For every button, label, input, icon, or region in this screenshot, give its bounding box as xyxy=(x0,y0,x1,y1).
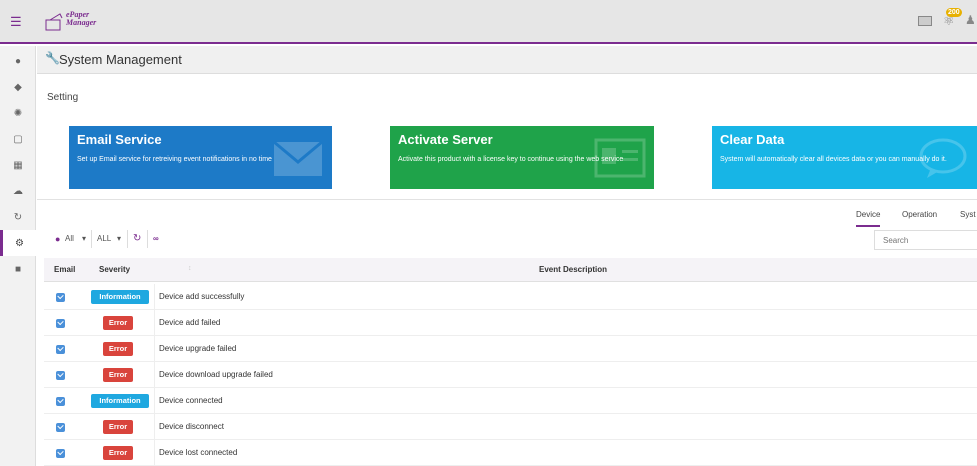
grid-icon[interactable]: ▦ xyxy=(0,152,36,178)
card-title: Activate Server xyxy=(398,132,493,147)
refresh-icon[interactable]: ↻ xyxy=(133,230,141,248)
severity-badge: Error xyxy=(103,316,133,330)
email-service-card[interactable]: Email Service Set up Email service for r… xyxy=(69,126,332,189)
severity-badge: Error xyxy=(103,446,133,460)
card-icon[interactable] xyxy=(918,16,932,26)
wrench-icon: 🔧 xyxy=(45,51,60,65)
event-description: Device add successfully xyxy=(159,292,245,301)
card-title: Clear Data xyxy=(720,132,785,147)
refresh-icon[interactable]: ↻ xyxy=(0,204,36,230)
tab-system[interactable]: Syst xyxy=(960,205,976,225)
event-description: Device connected xyxy=(159,396,223,405)
column-divider xyxy=(154,310,155,336)
severity-badge: Error xyxy=(103,368,133,382)
event-description: Device upgrade failed xyxy=(159,344,237,353)
id-card-icon xyxy=(594,138,646,178)
monitor-icon[interactable]: ▢ xyxy=(0,126,36,152)
save-icon[interactable]: ∞ xyxy=(153,230,159,248)
activate-server-card[interactable]: Activate Server Activate this product wi… xyxy=(390,126,654,189)
column-divider xyxy=(154,336,155,362)
table-row: Error Device download upgrade failed xyxy=(44,362,977,388)
event-description: Device add failed xyxy=(159,318,221,327)
table-header: Email Severity ↕ Event Description xyxy=(44,258,977,282)
menu-icon[interactable]: ☰ xyxy=(10,14,22,30)
clear-data-card[interactable]: Clear Data System will automatically cle… xyxy=(712,126,977,189)
system-management-icon[interactable]: ⚙ xyxy=(0,230,36,256)
separator xyxy=(147,230,148,248)
column-header-severity[interactable]: Severity xyxy=(99,258,130,282)
table-row: Error Device disconnect xyxy=(44,414,977,440)
divider xyxy=(37,199,977,200)
chevron-down-icon[interactable]: ▾ xyxy=(117,230,121,248)
location-icon[interactable]: ● xyxy=(0,48,36,74)
card-title: Email Service xyxy=(77,132,162,147)
table-row: Error Device upgrade failed xyxy=(44,336,977,362)
column-header-email[interactable]: Email xyxy=(54,258,75,282)
email-checkbox[interactable] xyxy=(56,319,65,328)
email-checkbox[interactable] xyxy=(56,423,65,432)
logo-text: ePaper Manager xyxy=(66,11,96,27)
cloud-icon[interactable]: ☁ xyxy=(0,178,36,204)
table-row: Information Device add successfully xyxy=(44,284,977,310)
page-header: 🔧 System Management xyxy=(37,46,977,74)
search-input[interactable] xyxy=(874,230,977,250)
top-bar: ☰ ePaper Manager ⚛ 200 ♟ xyxy=(0,0,977,44)
severity-badge: Error xyxy=(103,342,133,356)
settings-circle-icon[interactable]: ✺ xyxy=(0,100,36,126)
tab-operation[interactable]: Operation xyxy=(902,205,937,225)
column-divider xyxy=(154,414,155,440)
event-description: Device download upgrade failed xyxy=(159,370,273,379)
section-label: Setting xyxy=(47,92,79,103)
envelope-icon xyxy=(273,140,323,176)
email-checkbox[interactable] xyxy=(56,371,65,380)
column-divider xyxy=(154,362,155,388)
speech-bubble-icon xyxy=(919,138,967,178)
table-row: Information Device connected xyxy=(44,388,977,414)
table-row: Error Device lost connected xyxy=(44,440,977,466)
filter-dot-icon: ● xyxy=(55,234,61,244)
severity-badge: Information xyxy=(91,290,149,304)
tab-device[interactable]: Device xyxy=(856,205,881,227)
chevron-down-icon[interactable]: ▾ xyxy=(82,230,86,248)
notification-badge: 200 xyxy=(946,8,962,17)
email-checkbox[interactable] xyxy=(56,345,65,354)
separator xyxy=(127,230,128,248)
filter-all-dropdown[interactable]: All xyxy=(65,230,74,248)
column-divider xyxy=(154,440,155,466)
table-row: Error Device add failed xyxy=(44,310,977,336)
column-divider xyxy=(154,284,155,310)
event-description: Device disconnect xyxy=(159,422,224,431)
severity-badge: Information xyxy=(91,394,149,408)
logo-line2: Manager xyxy=(66,18,97,27)
book-icon[interactable]: ■ xyxy=(0,256,36,282)
tag-icon[interactable]: ◆ xyxy=(0,74,36,100)
email-checkbox[interactable] xyxy=(56,397,65,406)
event-description: Device lost connected xyxy=(159,448,238,457)
email-checkbox[interactable] xyxy=(56,293,65,302)
column-header-event-description[interactable]: Event Description xyxy=(539,258,607,282)
separator xyxy=(91,230,92,248)
filter-all2-dropdown[interactable]: ALL xyxy=(97,230,111,248)
user-icon[interactable]: ♟ xyxy=(965,13,976,27)
column-divider xyxy=(154,388,155,414)
page-title: System Management xyxy=(59,52,182,67)
sidebar: ● ◆ ✺ ▢ ▦ ☁ ↻ ⚙ ■ xyxy=(0,46,36,466)
logo-icon xyxy=(45,13,63,31)
email-checkbox[interactable] xyxy=(56,449,65,458)
severity-badge: Error xyxy=(103,420,133,434)
sort-icon[interactable]: ↕ xyxy=(188,265,194,273)
